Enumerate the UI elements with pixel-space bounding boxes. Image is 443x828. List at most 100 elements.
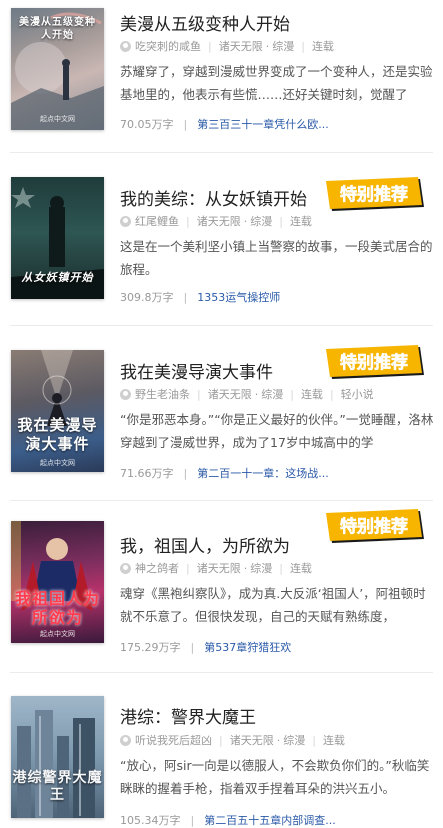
divider: | — [329, 387, 334, 401]
book-item[interactable]: 从女妖镇开始 特别推荐 我的美综：从女妖镇开始 红尾鲤鱼 | 诸天无限 · 综漫… — [0, 165, 443, 328]
author-name[interactable]: 红尾鲤鱼 — [135, 213, 179, 229]
book-cover[interactable]: 我在美漫导演大事件 起点中文网 — [11, 350, 104, 472]
cover-publisher: 起点中文网 — [40, 115, 75, 123]
tag-status: 连载 — [289, 215, 312, 228]
divider: | — [301, 39, 305, 53]
book-item[interactable]: 港综警界大魔王 港综：警界大魔王 听说我死后超凶 | 诸天无限 · 综漫 | 连… — [0, 680, 443, 828]
latest-chapter-link[interactable]: 1353运气操控师 — [197, 289, 280, 305]
tag-category[interactable]: 诸天无限 — [208, 386, 252, 402]
tag-subcategory[interactable]: 综漫 — [261, 386, 283, 402]
divider: | — [190, 640, 195, 654]
tag-category[interactable]: 诸天无限 — [197, 560, 241, 576]
divider: | — [208, 39, 212, 53]
cover-title: 港综警界大魔王 — [12, 770, 103, 803]
book-stats: 105.34万字 | 第二百五十五章内部调查... — [120, 812, 336, 828]
book-description: “放心，阿sir一向是以德服人，不会欺负你们的。”秋临笑眯眯的握着手枪，指着双手… — [120, 758, 430, 796]
cover-title: 从女妖镇开始 — [21, 271, 94, 284]
cover-publisher: 起点中文网 — [40, 630, 75, 638]
tag-subcategory[interactable]: 综漫 — [283, 732, 305, 748]
book-description: 这是在一个美利坚小镇上当警察的故事，一段美式居合的旅程。 — [120, 239, 433, 277]
dot-separator: · — [243, 214, 248, 228]
divider: | — [279, 214, 283, 228]
author-name[interactable]: 野生老油条 — [135, 386, 190, 402]
latest-chapter-link[interactable]: 第二百一十一章：这场战... — [197, 465, 329, 481]
author-avatar-icon — [120, 388, 131, 400]
divider: | — [183, 117, 188, 131]
tag-category[interactable]: 诸天无限 — [230, 732, 274, 748]
featured-badge: 特别推荐 — [326, 345, 424, 379]
cover-title: 我祖国人为所欲为 — [14, 589, 100, 627]
latest-chapter-link[interactable]: 第537章狩猎狂欢 — [204, 639, 291, 655]
book-cover[interactable]: 美漫从五级变种人开始 起点中文网 — [11, 8, 104, 130]
book-stats: 309.8万字 | 1353运气操控师 — [120, 289, 280, 305]
divider: | — [190, 813, 195, 827]
divider: | — [186, 214, 190, 228]
book-item[interactable]: 我在美漫导演大事件 起点中文网 特别推荐 我在美漫导演大事件 野生老油条 | 诸… — [0, 335, 443, 498]
author-name[interactable]: 吃突刺的咸鱼 — [135, 38, 201, 54]
featured-badge: 特别推荐 — [326, 177, 424, 211]
divider: | — [279, 561, 283, 575]
book-title[interactable]: 我，祖国人，为所欲为 — [120, 532, 290, 557]
divider: | — [183, 290, 188, 304]
book-meta: 红尾鲤鱼 | 诸天无限 · 综漫 | 连载 — [120, 213, 312, 229]
book-title[interactable]: 美漫从五级变种人开始 — [120, 10, 290, 35]
dot-separator: · — [265, 39, 270, 53]
tag-category[interactable]: 诸天无限 — [219, 38, 263, 54]
cover-title: 美漫从五级变种人开始 — [19, 17, 96, 41]
book-meta: 野生老油条 | 诸天无限 · 综漫 | 连载 | 轻小说 — [120, 386, 374, 402]
list-divider — [10, 152, 433, 153]
featured-badge-label: 特别推荐 — [340, 516, 408, 537]
latest-chapter-link[interactable]: 第二百五十五章内部调查... — [204, 812, 336, 828]
tag-genre[interactable]: 轻小说 — [341, 386, 374, 402]
book-item[interactable]: 美漫从五级变种人开始 起点中文网 美漫从五级变种人开始 吃突刺的咸鱼 | 诸天无… — [0, 0, 443, 162]
book-description: 苏耀穿了，穿越到漫威世界变成了一个变种人，还是实验基地里的，他表示有些慌……还好… — [120, 64, 433, 102]
author-avatar-icon — [120, 734, 131, 746]
author-name[interactable]: 听说我死后超凶 — [135, 732, 212, 748]
author-avatar-icon — [120, 40, 131, 52]
book-meta: 吃突刺的咸鱼 | 诸天无限 · 综漫 | 连载 — [120, 38, 334, 54]
book-meta: 神之鸽者 | 诸天无限 · 综漫 | 连载 — [120, 560, 312, 576]
list-divider — [10, 672, 433, 673]
word-count: 71.66万字 — [120, 467, 174, 480]
divider: | — [312, 733, 316, 747]
book-stats: 71.66万字 | 第二百一十一章：这场战... — [120, 465, 329, 481]
divider: | — [290, 387, 294, 401]
book-title[interactable]: 我的美综：从女妖镇开始 — [120, 185, 307, 210]
book-cover[interactable]: 我祖国人为所欲为 起点中文网 — [11, 521, 104, 643]
dot-separator: · — [254, 387, 259, 401]
tag-status: 连载 — [300, 388, 323, 401]
word-count: 70.05万字 — [120, 118, 174, 131]
book-item[interactable]: 我祖国人为所欲为 起点中文网 特别推荐 我，祖国人，为所欲为 神之鸽者 | 诸天… — [0, 505, 443, 667]
featured-badge-label: 特别推荐 — [340, 352, 408, 373]
tag-subcategory[interactable]: 综漫 — [250, 213, 272, 229]
featured-badge-label: 特别推荐 — [340, 184, 408, 205]
cover-title: 我在美漫导演大事件 — [17, 416, 98, 453]
divider: | — [186, 561, 190, 575]
author-avatar-icon — [120, 215, 131, 227]
book-stats: 70.05万字 | 第三百三十一章凭什么欧... — [120, 116, 329, 132]
list-divider — [10, 325, 433, 326]
book-cover[interactable]: 从女妖镇开始 — [11, 177, 104, 299]
book-title[interactable]: 港综：警界大魔王 — [120, 703, 256, 728]
featured-badge: 特别推荐 — [326, 509, 424, 543]
tag-category[interactable]: 诸天无限 — [197, 213, 241, 229]
dot-separator: · — [243, 561, 248, 575]
tag-status: 连载 — [311, 40, 334, 53]
book-description: 魂穿《黑袍纠察队》，成为真.大反派‘祖国人’，阿祖顿时就不乐意了。但很快发现，自… — [120, 586, 426, 624]
divider: | — [197, 387, 201, 401]
tag-subcategory[interactable]: 综漫 — [272, 38, 294, 54]
author-avatar-icon — [120, 562, 131, 574]
author-name[interactable]: 神之鸽者 — [135, 560, 179, 576]
tag-status: 连载 — [322, 734, 345, 747]
dot-separator: · — [276, 733, 281, 747]
book-title[interactable]: 我在美漫导演大事件 — [120, 358, 273, 383]
tag-subcategory[interactable]: 综漫 — [250, 560, 272, 576]
word-count: 105.34万字 — [120, 814, 181, 827]
tag-status: 连载 — [289, 562, 312, 575]
book-cover[interactable]: 港综警界大魔王 — [11, 696, 104, 818]
book-stats: 175.29万字 | 第537章狩猎狂欢 — [120, 639, 291, 655]
divider: | — [183, 466, 188, 480]
latest-chapter-link[interactable]: 第三百三十一章凭什么欧... — [197, 116, 329, 132]
book-meta: 听说我死后超凶 | 诸天无限 · 综漫 | 连载 — [120, 732, 345, 748]
word-count: 309.8万字 — [120, 291, 174, 304]
